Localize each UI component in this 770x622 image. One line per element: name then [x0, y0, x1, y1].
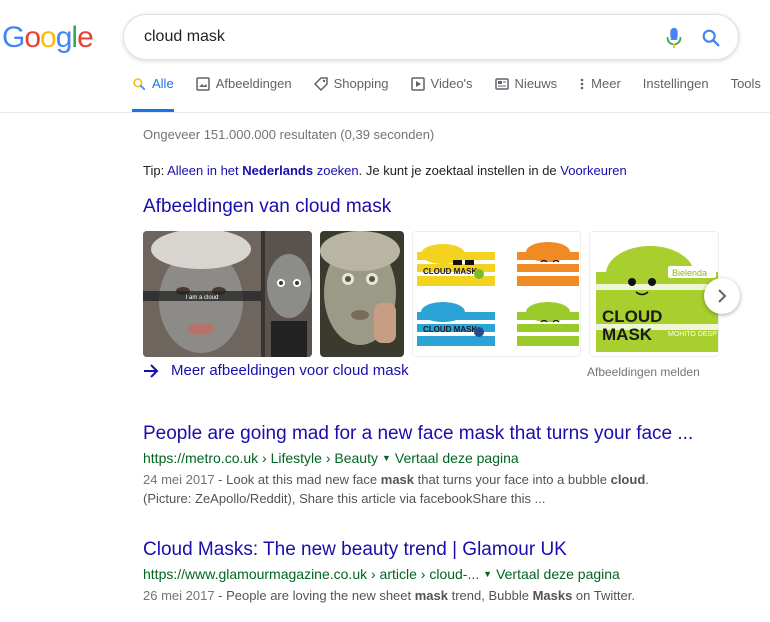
snippet-text: that turns your face into a bubble — [414, 472, 611, 487]
snippet-text: . — [645, 472, 649, 487]
tip-middle: . Je kunt je zoektaal instellen in de — [358, 163, 561, 178]
result-snippet: 24 mei 2017 - Look at this mad new face … — [143, 470, 693, 508]
arrow-right-icon — [144, 363, 159, 378]
snippet-bold: mask — [380, 472, 415, 487]
tip-link-text2: zoeken — [316, 163, 359, 178]
snippet-bold: Masks — [532, 588, 573, 603]
tab-label: Afbeeldingen — [215, 76, 292, 91]
tab-label: Instellingen — [642, 76, 709, 91]
product-text: CLOUD MASK — [423, 325, 477, 334]
product-text: MASK — [602, 325, 653, 344]
tip-prefix: Tip: — [143, 163, 168, 178]
images-heading[interactable]: Afbeeldingen van cloud mask — [143, 196, 391, 218]
tag-icon — [313, 77, 328, 91]
snippet-text: trend, Bubble — [448, 588, 533, 603]
image-caption: I am a cloud — [186, 295, 219, 301]
tab-label: Nieuws — [514, 76, 558, 91]
result-title[interactable]: People are going mad for a new face mask… — [143, 423, 693, 445]
product-text: CLOUD — [602, 307, 662, 326]
search-tabs: Alle Afbeeldingen Shopping Video's Nieuw… — [132, 76, 770, 112]
preferences-link[interactable]: Voorkeuren — [560, 163, 627, 178]
play-icon — [410, 77, 425, 91]
dropdown-caret-icon[interactable]: ▼ — [382, 453, 391, 463]
search-result: Cloud Masks: The new beauty trend | Glam… — [143, 539, 635, 605]
result-url: https://www.glamourmagazine.co.uk › arti… — [143, 566, 635, 582]
result-url-text[interactable]: https://www.glamourmagazine.co.uk › arti… — [143, 566, 479, 582]
result-title[interactable]: Cloud Masks: The new beauty trend | Glam… — [143, 539, 635, 561]
google-logo[interactable]: Google — [2, 21, 94, 55]
search-icon[interactable] — [700, 27, 722, 49]
tip-language: Nederlands — [242, 163, 314, 178]
snippet-text: - Look at this mad new face — [214, 472, 381, 487]
tab-news[interactable]: Nieuws — [494, 76, 558, 112]
tab-more[interactable]: Meer — [579, 76, 621, 112]
result-stats: Ongeveer 151.000.000 resultaten (0,39 se… — [143, 127, 435, 142]
result-snippet: 26 mei 2017 - People are loving the new … — [143, 586, 635, 605]
tab-tools[interactable]: Tools — [731, 76, 761, 112]
tab-images[interactable]: Afbeeldingen — [195, 76, 292, 112]
tab-shopping[interactable]: Shopping — [313, 76, 389, 112]
tab-videos[interactable]: Video's — [410, 76, 473, 112]
image-icon — [195, 77, 210, 91]
tab-label: Tools — [730, 76, 761, 91]
result-date: 26 mei 2017 — [143, 588, 215, 603]
image-thumbnail-1[interactable]: I am a cloud — [143, 231, 312, 357]
result-date: 24 mei 2017 — [143, 472, 215, 487]
tab-all[interactable]: Alle — [132, 76, 174, 112]
header-divider — [0, 112, 770, 113]
product-brand-tag: Bielenda — [672, 268, 707, 278]
snippet-text: (Picture: ZeApollo/Reddit), Share this a… — [143, 491, 546, 506]
search-result: People are going mad for a new face mask… — [143, 423, 693, 508]
tip-link-text: Alleen in het — [167, 163, 239, 178]
snippet-bold: cloud — [610, 472, 646, 487]
tab-label: Shopping — [333, 76, 389, 91]
more-images-link[interactable]: Meer afbeeldingen voor cloud mask — [143, 362, 409, 379]
translate-link[interactable]: Vertaal deze pagina — [395, 450, 519, 466]
more-vert-icon — [580, 78, 584, 90]
tip-language-link[interactable]: Alleen in het Nederlands zoeken — [167, 163, 359, 178]
image-thumbnail-3[interactable]: CLOUD MASK CLOUD MASK — [412, 231, 581, 357]
product-text: MOHITO DESP — [668, 331, 717, 338]
dropdown-caret-icon[interactable]: ▼ — [483, 569, 492, 579]
microphone-icon[interactable] — [665, 27, 683, 49]
tab-settings[interactable]: Instellingen — [643, 76, 709, 112]
translate-link[interactable]: Vertaal deze pagina — [496, 566, 620, 582]
more-images-label: Meer afbeeldingen voor cloud mask — [171, 362, 409, 379]
tab-label: Video's — [430, 76, 473, 91]
snippet-bold: mask — [414, 588, 448, 603]
result-url: https://metro.co.uk › Lifestyle › Beauty… — [143, 450, 693, 466]
search-input[interactable] — [144, 15, 624, 59]
search-box[interactable] — [123, 14, 739, 60]
report-images-link[interactable]: Afbeeldingen melden — [587, 365, 700, 379]
next-images-button[interactable] — [704, 278, 740, 314]
product-text: CLOUD MASK — [423, 267, 477, 276]
tab-label: Meer — [591, 76, 621, 91]
image-thumbnail-2[interactable] — [320, 231, 404, 357]
result-url-text[interactable]: https://metro.co.uk › Lifestyle › Beauty — [143, 450, 378, 466]
chevron-right-icon — [718, 289, 727, 303]
snippet-text: on Twitter. — [572, 588, 635, 603]
tab-label: Alle — [152, 76, 174, 91]
snippet-text: - People are loving the new sheet — [214, 588, 415, 603]
search-icon — [133, 78, 146, 91]
language-tip: Tip: Alleen in het Nederlands zoeken. Je… — [143, 163, 627, 178]
newspaper-icon — [494, 78, 509, 90]
image-thumbnail-4[interactable]: Bielenda CLOUD MASK MOHITO DESP — [589, 231, 719, 357]
